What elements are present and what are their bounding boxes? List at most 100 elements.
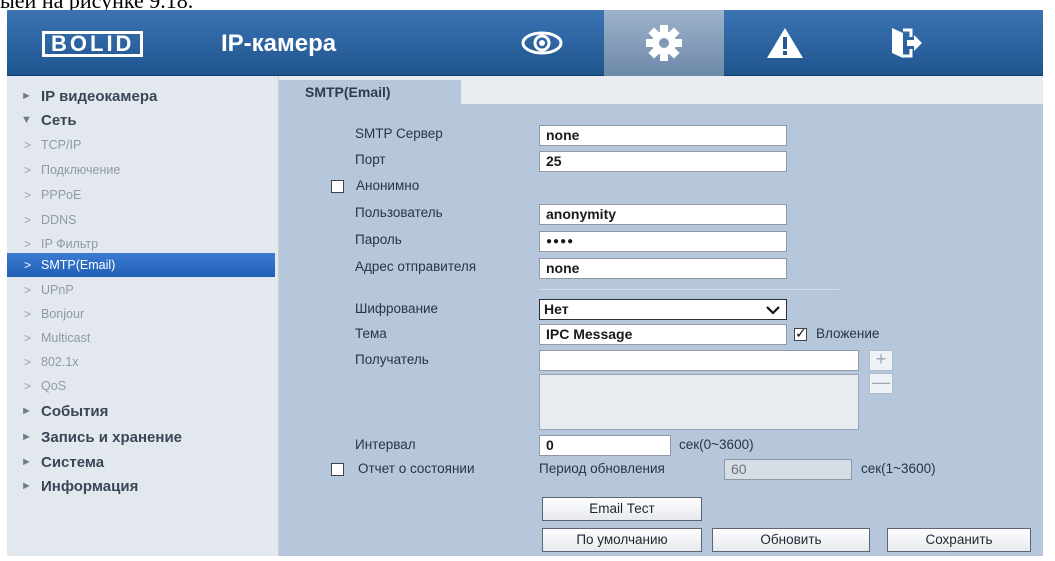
collapse-arrow-icon: ▼ bbox=[21, 114, 32, 126]
sidebar-item-connection[interactable]: > Подключение bbox=[7, 158, 279, 182]
add-recipient-button[interactable]: + bbox=[869, 350, 893, 371]
tab-strip: SMTP(Email) bbox=[279, 76, 1043, 104]
bolid-logo: BOLID bbox=[42, 30, 144, 58]
sidebar-item-8021x[interactable]: > 802.1x bbox=[7, 350, 279, 374]
sidebar-item-label: QoS bbox=[41, 379, 67, 393]
sidebar-item-label: PPPoE bbox=[41, 188, 82, 202]
sidebar-item-recording[interactable]: ► Запись и хранение bbox=[7, 425, 279, 449]
sidebar-item-label: IP Фильтр bbox=[41, 237, 99, 251]
anonymous-label: Анонимно bbox=[356, 178, 420, 193]
sidebar-item-system[interactable]: ► Система bbox=[7, 450, 279, 474]
chevron-right-icon: > bbox=[24, 355, 32, 369]
chevron-right-icon: > bbox=[24, 213, 32, 227]
eye-icon bbox=[520, 30, 564, 56]
smtp-server-label: SMTP Сервер bbox=[355, 126, 443, 141]
document-caption: ыей на рисунке 9.18. bbox=[0, 0, 194, 13]
sidebar-item-label: SMTP(Email) bbox=[41, 258, 116, 272]
sidebar-item-multicast[interactable]: > Multicast bbox=[7, 326, 279, 350]
sidebar-item-upnp[interactable]: > UPnP bbox=[7, 278, 279, 302]
chevron-right-icon: > bbox=[24, 283, 32, 297]
update-period-input[interactable]: 60 bbox=[724, 459, 852, 480]
expand-arrow-icon: ► bbox=[21, 431, 32, 443]
gear-icon bbox=[644, 23, 684, 63]
chevron-right-icon: > bbox=[24, 379, 32, 393]
section-divider bbox=[539, 289, 839, 290]
chevron-right-icon: > bbox=[24, 307, 32, 321]
password-input[interactable]: ●●●● bbox=[539, 231, 787, 252]
sidebar-item-label: TCP/IP bbox=[41, 138, 82, 152]
logout-button[interactable] bbox=[846, 10, 966, 76]
settings-button[interactable] bbox=[604, 10, 724, 76]
sidebar-item-label: Подключение bbox=[41, 163, 121, 177]
smtp-server-input[interactable]: none bbox=[539, 125, 787, 146]
email-test-button[interactable]: Email Тест bbox=[542, 497, 702, 521]
user-label: Пользователь bbox=[355, 205, 443, 220]
sidebar-item-label: Сеть bbox=[41, 111, 77, 129]
encryption-select[interactable]: Нет bbox=[539, 299, 787, 320]
sidebar-item-info[interactable]: ► Информация bbox=[7, 474, 279, 498]
sidebar-item-label: Информация bbox=[41, 477, 139, 495]
sidebar-item-smtp[interactable]: > SMTP(Email) bbox=[7, 253, 275, 277]
tab-smtp[interactable]: SMTP(Email) bbox=[279, 80, 461, 104]
attachment-checkbox[interactable] bbox=[794, 325, 807, 342]
status-report-checkbox[interactable] bbox=[331, 463, 344, 476]
sidebar-item-label: DDNS bbox=[41, 213, 77, 227]
chevron-right-icon: > bbox=[24, 138, 32, 152]
refresh-button[interactable]: Обновить bbox=[712, 528, 870, 552]
top-header: BOLID IP-камера bbox=[7, 10, 1043, 76]
smtp-settings-panel: SMTP Сервер none Порт 25 Анонимно Пользо… bbox=[279, 104, 1043, 556]
sidebar-item-label: Bonjour bbox=[41, 307, 85, 321]
status-report-label: Отчет о состоянии bbox=[358, 461, 475, 476]
content-area: SMTP(Email) SMTP Сервер none Порт 25 Ано… bbox=[279, 76, 1043, 556]
sidebar-item-label: UPnP bbox=[41, 283, 74, 297]
interval-unit: сек(0~3600) bbox=[679, 437, 754, 452]
sidebar-item-network[interactable]: ▼ Сеть bbox=[7, 108, 279, 132]
remove-recipient-button[interactable]: — bbox=[869, 373, 893, 394]
update-period-label: Период обновления bbox=[539, 461, 665, 476]
subject-label: Тема bbox=[355, 326, 387, 341]
expand-arrow-icon: ► bbox=[21, 480, 32, 492]
user-input[interactable]: anonymity bbox=[539, 204, 787, 225]
sidebar-item-events[interactable]: ► События bbox=[7, 399, 279, 423]
sidebar-item-bonjour[interactable]: > Bonjour bbox=[7, 302, 279, 326]
interval-input[interactable]: 0 bbox=[539, 435, 671, 456]
sidebar-item-ddns[interactable]: > DDNS bbox=[7, 208, 279, 232]
chevron-right-icon: > bbox=[24, 331, 32, 345]
port-input[interactable]: 25 bbox=[539, 151, 787, 172]
attachment-label: Вложение bbox=[816, 326, 880, 341]
anonymous-checkbox[interactable] bbox=[331, 180, 344, 193]
plus-icon: + bbox=[875, 349, 887, 369]
live-view-button[interactable] bbox=[482, 10, 602, 76]
sidebar: ► IP видеокамера ▼ Сеть > TCP/IP > Подкл… bbox=[7, 76, 279, 556]
encryption-selected-value: Нет bbox=[544, 301, 569, 317]
sender-label: Адрес отправителя bbox=[355, 259, 477, 274]
chevron-right-icon: > bbox=[24, 258, 32, 272]
update-period-unit: сек(1~3600) bbox=[861, 461, 936, 476]
alarm-button[interactable] bbox=[725, 10, 845, 76]
sidebar-item-qos[interactable]: > QoS bbox=[7, 374, 279, 398]
chevron-right-icon: > bbox=[24, 188, 32, 202]
save-button[interactable]: Сохранить bbox=[887, 528, 1031, 552]
logo-text: BOLID bbox=[42, 31, 144, 57]
warning-icon bbox=[765, 26, 805, 60]
chevron-right-icon: > bbox=[24, 163, 32, 177]
sidebar-item-tcpip[interactable]: > TCP/IP bbox=[7, 133, 279, 157]
recipient-input[interactable] bbox=[539, 350, 859, 371]
defaults-button[interactable]: По умолчанию bbox=[542, 528, 702, 552]
sidebar-item-label: Запись и хранение bbox=[41, 428, 183, 446]
recipient-list[interactable] bbox=[539, 374, 859, 430]
sidebar-item-label: 802.1x bbox=[41, 355, 79, 369]
exit-icon bbox=[889, 26, 923, 60]
expand-arrow-icon: ► bbox=[21, 456, 32, 468]
subject-input[interactable]: IPC Message bbox=[539, 324, 787, 345]
sidebar-item-pppoe[interactable]: > PPPoE bbox=[7, 183, 279, 207]
sidebar-item-ip-camera[interactable]: ► IP видеокамера bbox=[7, 84, 279, 108]
encryption-label: Шифрование bbox=[355, 301, 439, 316]
expand-arrow-icon: ► bbox=[21, 90, 32, 102]
app-title: IP-камера bbox=[221, 30, 337, 57]
sender-input[interactable]: none bbox=[539, 258, 787, 279]
password-label: Пароль bbox=[355, 232, 402, 247]
port-label: Порт bbox=[355, 152, 386, 167]
sidebar-item-label: Система bbox=[41, 453, 105, 471]
sidebar-item-label: Multicast bbox=[41, 331, 91, 345]
